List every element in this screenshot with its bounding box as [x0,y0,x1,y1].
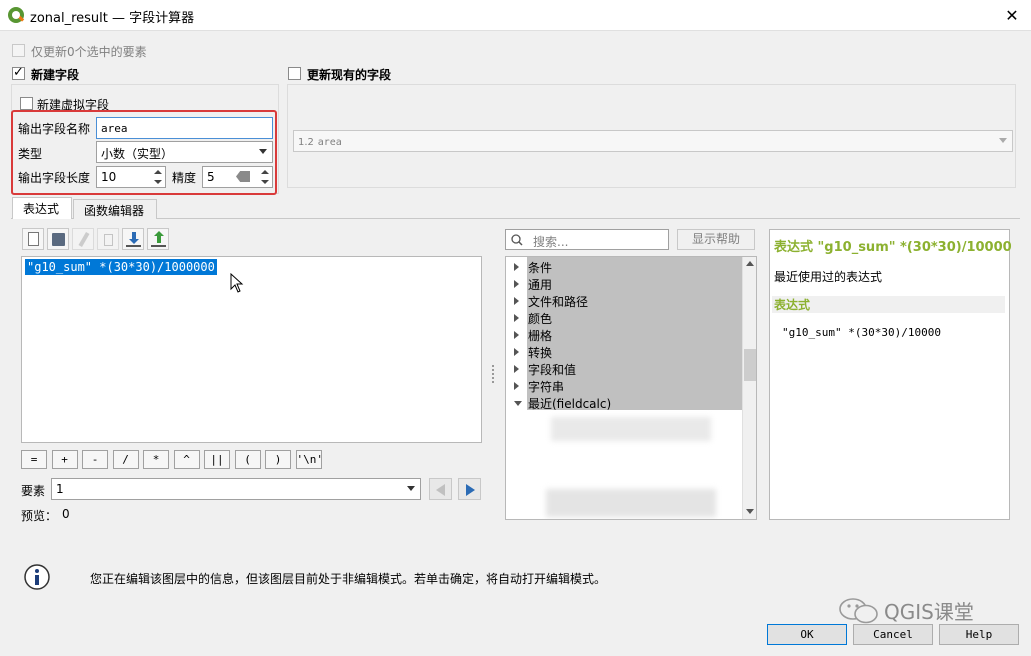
update-existing-label: 更新现有的字段 [307,68,392,82]
expand-right-icon[interactable] [514,297,519,305]
new-file-icon [28,232,39,246]
search-placeholder: 搜索... [533,235,569,249]
search-icon [511,234,523,246]
tree-item[interactable]: 栅格 [528,327,552,344]
expand-right-icon[interactable] [514,280,519,288]
expand-down-icon[interactable] [514,401,522,406]
scroll-up-icon[interactable] [746,261,754,266]
expand-right-icon[interactable] [514,365,519,373]
operator-equals-button[interactable]: = [21,450,47,469]
import-button[interactable] [122,228,144,250]
save-icon [52,233,65,246]
arrow-right-icon [466,484,475,496]
arrow-left-icon [436,484,445,496]
tree-scrollbar[interactable] [742,257,756,519]
expand-right-icon[interactable] [514,348,519,356]
expression-text: "g10_sum" *(30*30)/1000000 [25,259,217,275]
expand-right-icon[interactable] [514,314,519,322]
new-expression-button[interactable] [22,228,44,250]
expression-editor[interactable]: "g10_sum" *(30*30)/1000000 [21,256,482,443]
tab-function-editor[interactable]: 函数编辑器 [73,199,157,219]
tree-item[interactable]: 通用 [528,276,552,293]
search-input[interactable]: 搜索... [505,229,669,250]
scroll-down-icon[interactable] [746,509,754,514]
info-message: 您正在编辑该图层中的信息，但该图层目前处于非编辑模式。若单击确定，将自动打开编辑… [90,572,607,586]
operator-divide-button[interactable]: / [112,450,139,469]
help-title: 表达式 "g10_sum" *(30*30)/10000 [774,240,1012,255]
function-tree: 条件 通用 文件和路径 颜色 栅格 转换 字段和值 字符串 最近(fieldcalc) [505,256,757,520]
export-button[interactable] [147,228,169,250]
chevron-down-icon [999,138,1007,143]
new-field-label: 新建字段 [31,68,80,82]
info-icon [24,564,50,590]
tree-item[interactable]: 字段和值 [528,361,576,378]
tab-expression[interactable]: 表达式 [12,197,72,219]
existing-field-select[interactable]: 1.2 area [293,130,1013,152]
operator-open-paren-button[interactable]: ( [234,450,261,469]
cancel-button[interactable]: Cancel [853,624,933,645]
preview-value: 0 [62,507,70,521]
tree-item[interactable]: 文件和路径 [528,293,588,310]
blurred-recent-entry [546,489,716,517]
edit-icon [78,232,90,247]
splitter-handle[interactable] [492,365,494,383]
operator-close-paren-button[interactable]: ) [265,450,291,469]
annotation-highlight-box [11,110,277,195]
tree-item[interactable]: 条件 [528,259,552,276]
chevron-down-icon [407,486,415,491]
window-title: zonal_result — 字段计算器 [30,11,195,26]
existing-field-value: area [317,137,342,148]
delete-expression-button[interactable] [97,228,119,250]
help-subtitle: 最近使用过的表达式 [774,270,883,284]
expand-right-icon[interactable] [514,331,519,339]
tab-divider [11,218,1020,219]
expand-right-icon[interactable] [514,382,519,390]
delete-icon [104,234,113,246]
tree-item[interactable]: 颜色 [528,310,552,327]
tree-item[interactable]: 字符串 [528,378,564,395]
help-code: "g10_sum" *(30*30)/10000 [782,326,941,339]
show-help-button[interactable]: 显示帮助 [677,229,755,250]
operator-newline-button[interactable]: '\n' [295,450,323,469]
only-update-selected-label: 仅更新0个选中的要素 [31,45,147,59]
expand-right-icon[interactable] [514,263,519,271]
field-type-badge: 1.2 [298,137,314,148]
edit-expression-button[interactable] [72,228,94,250]
only-update-selected-checkbox[interactable] [12,44,25,57]
operator-multiply-button[interactable]: * [143,450,169,469]
next-feature-button[interactable] [458,478,481,500]
operator-plus-button[interactable]: + [51,450,78,469]
feature-value: 1 [56,482,64,496]
tree-item[interactable]: 转换 [528,344,552,361]
tree-item[interactable]: 最近(fieldcalc) [528,395,611,412]
help-panel: 表达式 "g10_sum" *(30*30)/10000 最近使用过的表达式 表… [769,229,1012,520]
preview-label: 预览： [21,509,58,523]
virtual-field-checkbox[interactable] [20,97,33,110]
qgis-logo-icon [8,7,24,23]
operator-concat-button[interactable]: || [204,450,230,469]
previous-feature-button[interactable] [429,478,452,500]
blurred-recent-entry [551,417,711,441]
cursor-pointer-icon [230,273,244,293]
ok-button[interactable]: OK [767,624,847,645]
close-button[interactable]: ✕ [995,2,1029,29]
help-button[interactable]: Help [939,624,1019,645]
feature-label: 要素 [21,484,46,498]
new-field-checkbox[interactable] [12,65,25,80]
update-existing-checkbox[interactable] [288,67,301,80]
scrollbar-thumb[interactable] [744,349,756,381]
operator-minus-button[interactable]: - [82,450,108,469]
help-section-header: 表达式 [772,296,1005,313]
save-expression-button[interactable] [47,228,69,250]
wechat-icon [839,598,878,624]
feature-select[interactable]: 1 [51,478,421,500]
operator-power-button[interactable]: ^ [173,450,200,469]
watermark-text: QGIS课堂 [884,600,974,624]
